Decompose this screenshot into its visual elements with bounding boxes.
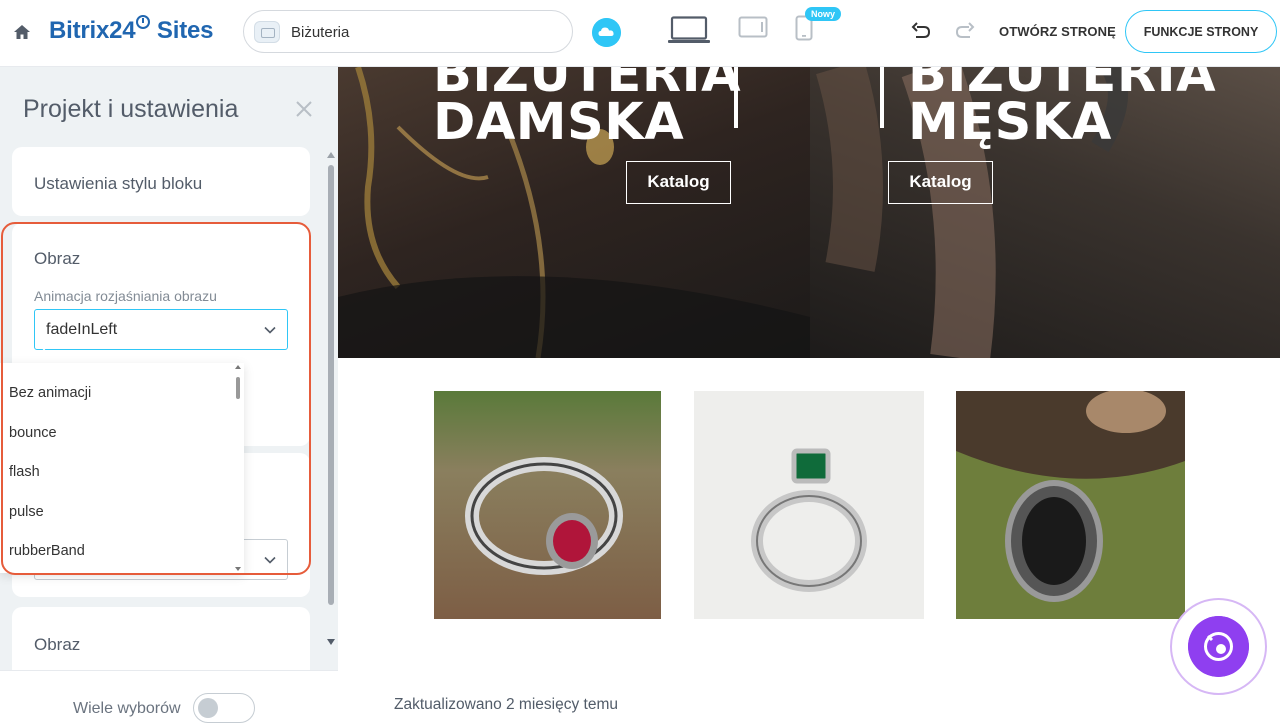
close-icon[interactable] xyxy=(293,98,315,120)
page-preview: BIŻUTERIA DAMSKA Katalog BIŻUTERIA MĘSKA… xyxy=(338,67,1280,725)
brand-clock-icon xyxy=(136,15,151,29)
hero-divider xyxy=(734,67,738,128)
dropdown-option[interactable]: bounce xyxy=(9,425,57,441)
hero-men-title: BIŻUTERIA MĘSKA xyxy=(908,67,1216,153)
hero-men-title-line2: MĘSKA xyxy=(908,93,1112,153)
product-image-ruby-ring[interactable] xyxy=(434,391,661,619)
desktop-icon[interactable] xyxy=(668,16,710,44)
copilot-button[interactable] xyxy=(1170,598,1267,695)
panel-title: Projekt i ustawienia xyxy=(23,95,239,123)
image-section-label: Obraz xyxy=(34,249,81,268)
dropdown-scroll-down-icon[interactable] xyxy=(234,565,242,573)
catalog-button-men[interactable]: Katalog xyxy=(888,161,993,204)
dropdown-scroll-thumb[interactable] xyxy=(236,377,240,399)
open-page-link[interactable]: OTWÓRZ STRONĘ xyxy=(999,24,1116,39)
catalog-button-women[interactable]: Katalog xyxy=(626,161,731,204)
site-thumbnail-icon xyxy=(254,21,280,43)
site-selector[interactable]: Biżuteria xyxy=(243,10,573,53)
panel-footer: Wiele wyborów xyxy=(0,670,338,725)
home-icon[interactable] xyxy=(12,22,32,42)
animation-label: Animacja rozjaśniania obrazu xyxy=(34,288,217,304)
chevron-down-icon xyxy=(264,326,276,334)
last-updated-text: Zaktualizowano 2 miesięcy temu xyxy=(394,696,618,713)
image-section-2-label: Obraz xyxy=(34,635,81,654)
panel-scrollbar[interactable] xyxy=(326,151,336,651)
hero-women-title-line2: DAMSKA xyxy=(433,93,685,153)
animation-dropdown-list: Bez animacji bounce flash pulse rubberBa… xyxy=(0,363,244,573)
site-name: Biżuteria xyxy=(291,24,350,41)
block-style-section[interactable]: Ustawienia stylu bloku xyxy=(12,147,310,216)
tablet-icon[interactable] xyxy=(738,16,768,38)
chevron-down-icon xyxy=(264,556,276,564)
multi-select-label: Wiele wyborów xyxy=(73,700,181,717)
hero-women-jewelry: BIŻUTERIA DAMSKA Katalog xyxy=(338,67,810,358)
product-image-emerald-ring[interactable] xyxy=(694,391,924,619)
multi-select-toggle[interactable] xyxy=(193,693,255,723)
page-features-button[interactable]: FUNKCJE STRONY xyxy=(1125,10,1277,53)
hero-men-jewelry: BIŻUTERIA MĘSKA Katalog xyxy=(810,67,1280,358)
animation-selected-value: fadeInLeft xyxy=(46,321,118,338)
top-bar: Bitrix24 Sites Biżuteria Nowy OTWÓRZ STR… xyxy=(0,0,1280,67)
brand-suffix: Sites xyxy=(156,17,214,44)
dropdown-option[interactable]: Bez animacji xyxy=(9,385,91,401)
dropdown-scroll-up-icon[interactable] xyxy=(234,363,242,371)
dropdown-arrow xyxy=(34,348,54,363)
product-image-onyx-ring[interactable] xyxy=(956,391,1185,619)
new-badge: Nowy xyxy=(805,7,842,21)
undo-icon[interactable] xyxy=(910,21,932,43)
copilot-icon xyxy=(1188,616,1249,677)
toggle-knob xyxy=(198,698,218,718)
hero-women-title: BIŻUTERIA DAMSKA xyxy=(433,67,741,153)
redo-icon[interactable] xyxy=(954,21,976,43)
animation-select[interactable]: fadeInLeft xyxy=(34,309,288,350)
scroll-up-icon[interactable] xyxy=(327,151,335,159)
block-style-label: Ustawienia stylu bloku xyxy=(34,174,203,193)
cloud-icon[interactable] xyxy=(592,18,621,47)
brand-logo: Bitrix24 Sites xyxy=(49,15,214,45)
dropdown-option[interactable]: pulse xyxy=(9,504,44,520)
brand-name: Bitrix24 xyxy=(49,17,136,44)
dropdown-option[interactable]: rubberBand xyxy=(9,543,85,559)
dropdown-option[interactable]: flash xyxy=(9,464,40,480)
panel-scroll-thumb[interactable] xyxy=(328,165,334,605)
scroll-down-icon[interactable] xyxy=(327,638,335,646)
hero-divider xyxy=(880,67,884,128)
